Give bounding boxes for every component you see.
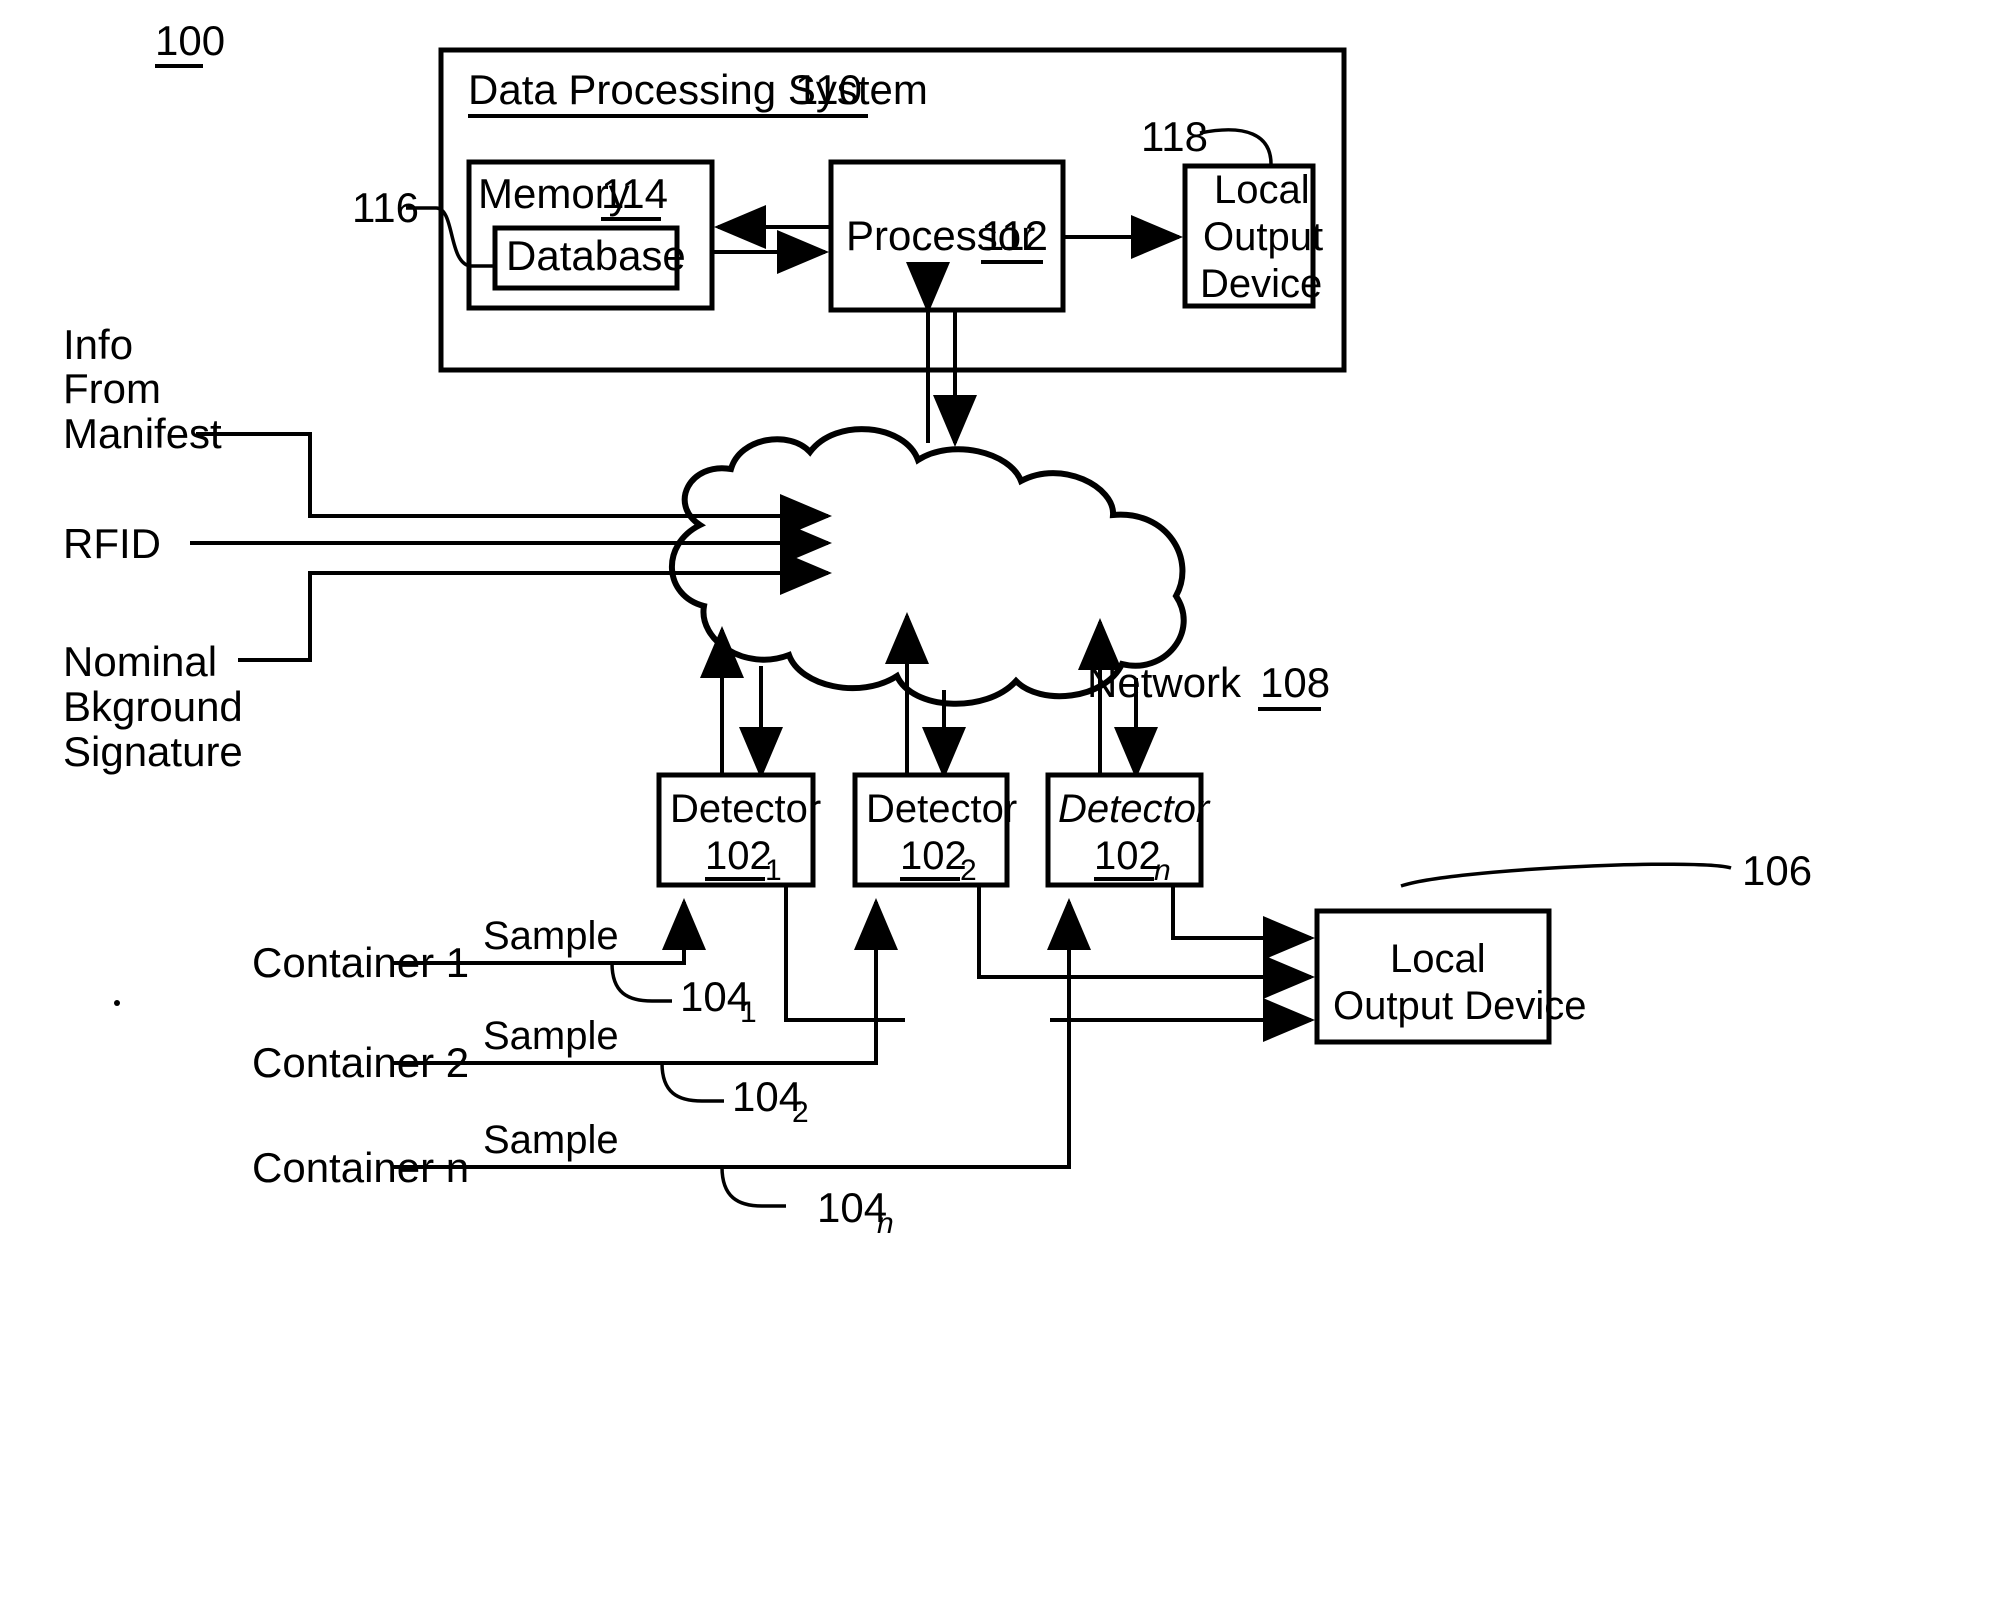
data-processing-system-title: Data Processing System 110	[468, 66, 928, 118]
local-output-device-line2: Output	[1203, 215, 1323, 259]
container-1-sub: 1	[740, 996, 757, 1029]
bottom-local-output-ref: 106	[1742, 847, 1812, 894]
system-block-diagram: 100 Data Processing System 110 Memory 11…	[63, 17, 1812, 1240]
network-ref: 108	[1260, 659, 1330, 706]
figure-number-label: 100	[155, 17, 225, 64]
memory-title: Memory 114	[478, 170, 668, 221]
detectorn-to-output-line	[1171, 885, 1315, 960]
input-nominal-line-3: Signature	[63, 728, 243, 775]
processor-ref: 112	[981, 212, 1048, 259]
detector1-to-output-line-a	[784, 885, 905, 1022]
detector-n-ref: 102	[1094, 834, 1161, 878]
data-processing-system-ref: 110	[795, 66, 862, 113]
bottom-local-output-ref-leader: 106	[1400, 847, 1812, 894]
container-2-sub: 2	[792, 1096, 809, 1129]
input-nominal-line-2: Bkground	[63, 683, 243, 730]
input-info-line-2: From	[63, 365, 161, 412]
input-nominal-line-1: Nominal	[63, 638, 217, 685]
memory-ref: 114	[601, 170, 668, 217]
detector-2-sub: 2	[960, 854, 977, 887]
local-output-device-line1: Local	[1214, 168, 1310, 212]
network-label: Network	[1087, 659, 1242, 706]
scan-artifact-dot	[114, 1000, 120, 1006]
bottom-local-output-line1: Local	[1390, 937, 1486, 981]
container-1-sample-label: Sample	[483, 914, 619, 958]
detector-2-label: Detector	[866, 787, 1017, 831]
network-title: Network 108	[1087, 659, 1330, 711]
figure-number: 100	[155, 17, 225, 68]
container-n-sub: n	[877, 1207, 894, 1240]
patent-figure-page: 100 Data Processing System 110 Memory 11…	[0, 0, 2000, 1617]
detector-1-ref: 102	[705, 834, 772, 878]
input-info-line-1: Info	[63, 321, 133, 368]
detector-2-ref: 102	[900, 834, 967, 878]
container-2-sample-label: Sample	[483, 1014, 619, 1058]
container-1-group: Container 1 Sample 104 1	[252, 898, 757, 1029]
container-n-sample-label: Sample	[483, 1118, 619, 1162]
local-output-device-ref: 118	[1141, 113, 1208, 160]
detector-1-label: Detector	[670, 787, 821, 831]
input-rfid-label: RFID	[63, 520, 161, 567]
detector-n-label: Detector	[1058, 787, 1211, 831]
detector-n-sub: n	[1154, 854, 1171, 887]
bottom-local-output-line2: Output Device	[1333, 984, 1586, 1028]
processor-title: Processor 112	[846, 212, 1048, 264]
detector2-to-output-line	[977, 885, 1315, 999]
detector-1-sub: 1	[765, 854, 782, 887]
local-output-device-line3: Device	[1200, 262, 1322, 306]
database-label: Database	[506, 232, 686, 279]
